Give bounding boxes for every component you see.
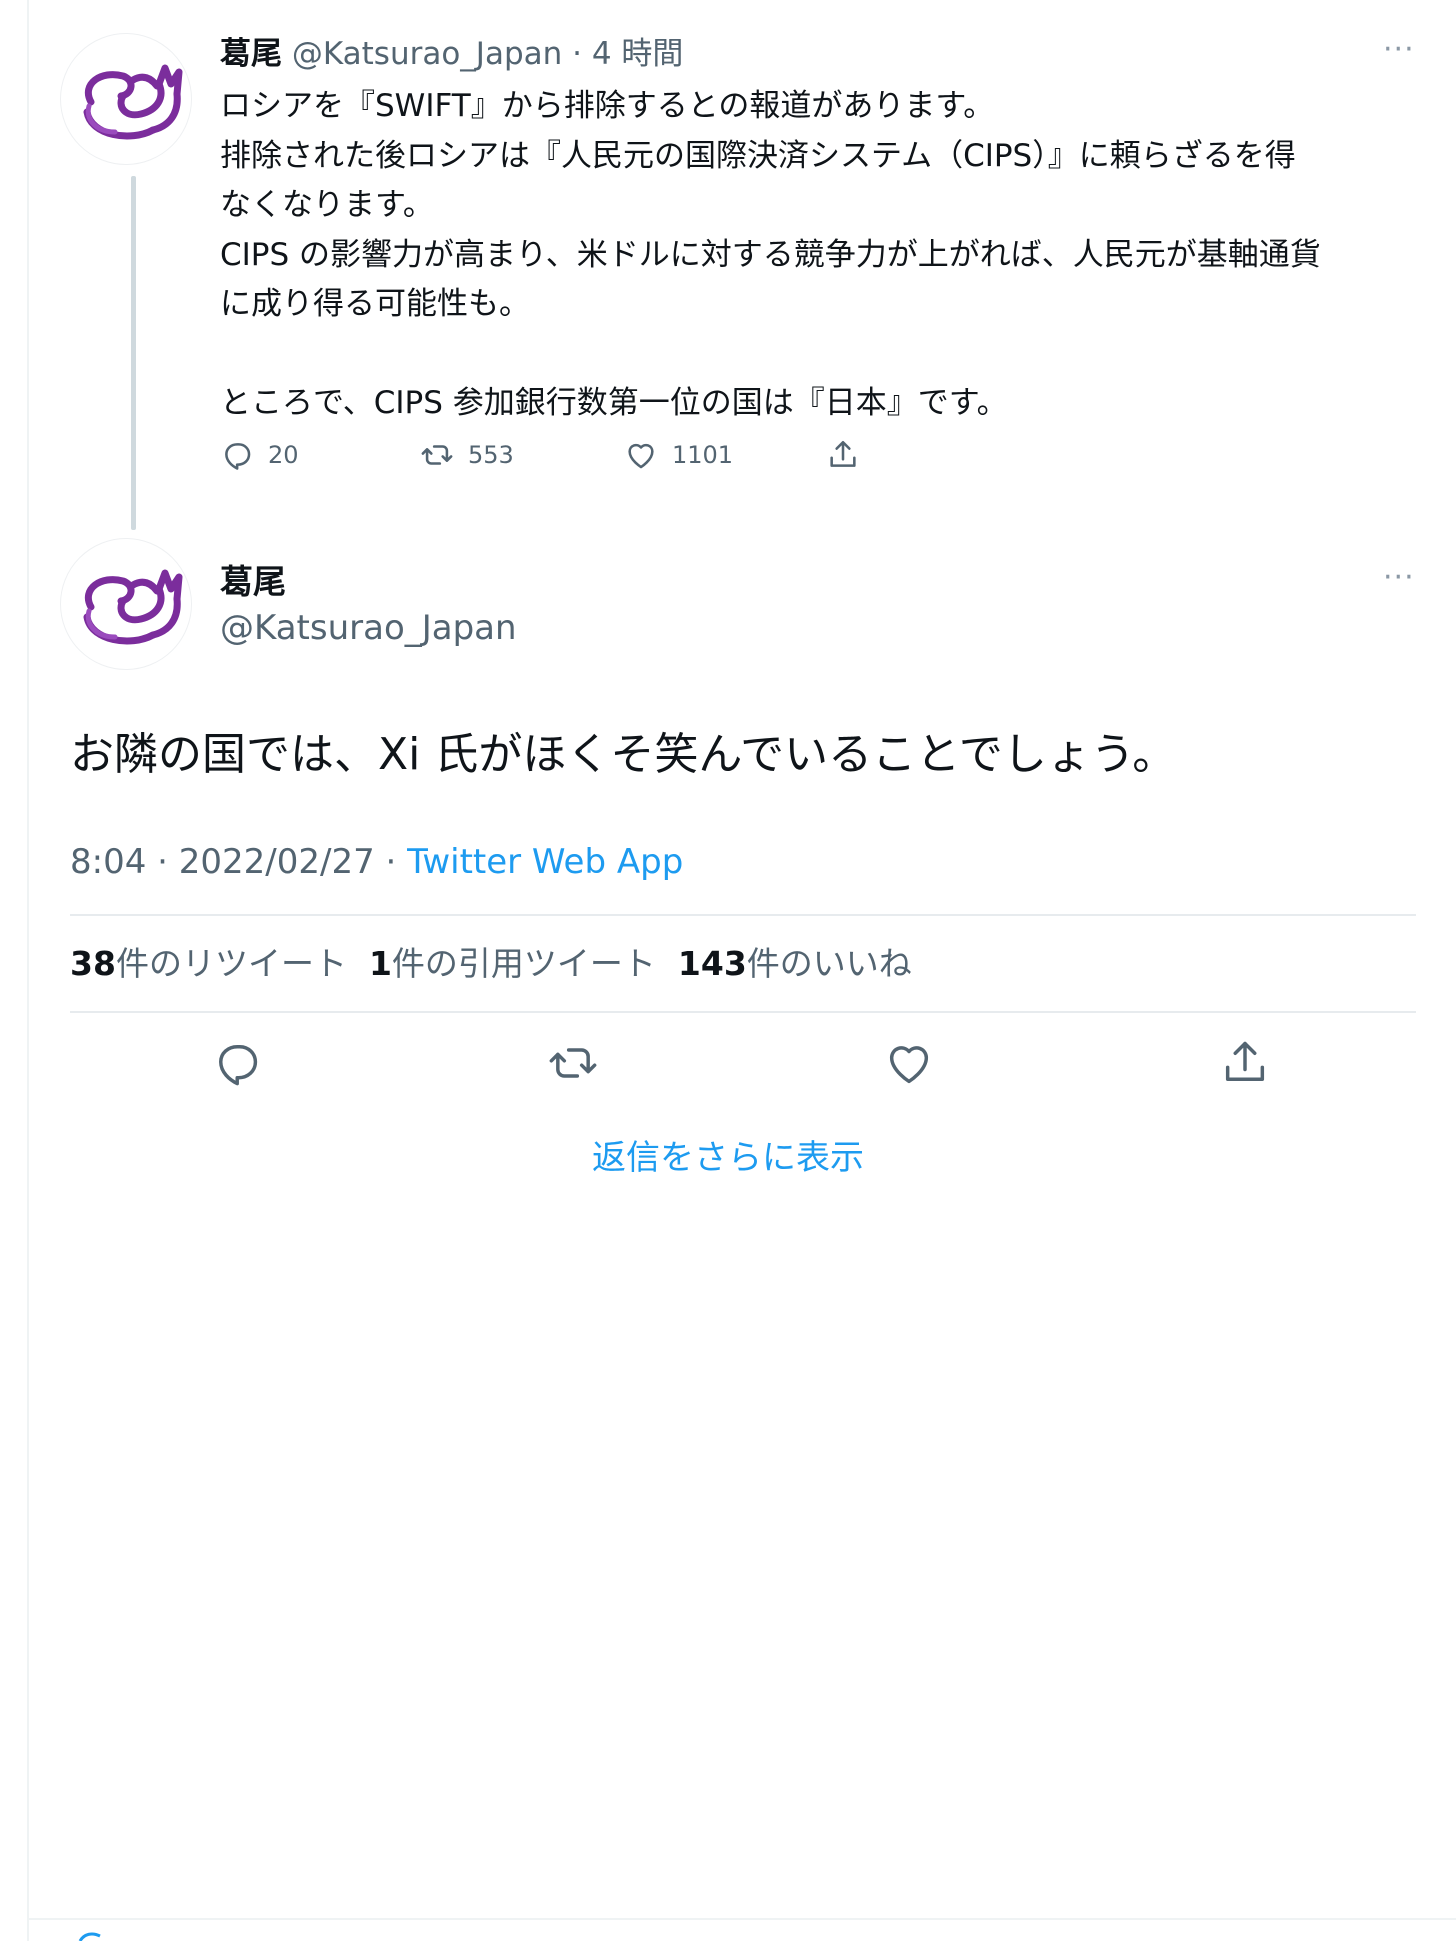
reply-icon — [225, 443, 251, 470]
reply-button[interactable] — [211, 1037, 263, 1089]
display-name[interactable]: 葛尾 — [220, 36, 282, 72]
retweet-icon — [421, 445, 453, 465]
thread-connector-line — [131, 176, 136, 530]
timeline-border — [27, 0, 29, 1941]
handle[interactable]: @Katsurao_Japan — [292, 36, 562, 72]
retweet-icon — [549, 1048, 597, 1078]
reply-icon — [219, 1045, 258, 1086]
retweet-count: 553 — [468, 441, 514, 469]
retweet-button[interactable]: 553 — [420, 438, 514, 472]
separator: · — [572, 36, 582, 72]
tweet-stats: 38件のリツイート 1件の引用ツイート 143件のいいね — [70, 942, 912, 986]
quotes-stat[interactable]: 1件の引用ツイート — [369, 944, 656, 983]
fox-logo-icon — [83, 64, 183, 140]
quotes-count: 1 — [368, 944, 392, 983]
tweet-actions: 20 553 1101 — [220, 438, 920, 478]
tweet-text-line: ロシアを『SWIFT』から排除するとの報道があります。 — [220, 88, 995, 124]
more-icon[interactable]: ··· — [1383, 32, 1415, 67]
reply-button[interactable]: 20 — [220, 438, 299, 472]
share-icon — [830, 440, 856, 467]
retweets-count: 38 — [70, 944, 116, 983]
like-button[interactable]: 1101 — [624, 438, 733, 472]
tweet-header: 葛尾 @Katsurao_Japan · 4 時間 — [220, 34, 683, 74]
tweet-text: ロシアを『SWIFT』から排除するとの報道があります。 排除された後ロシアは『人… — [220, 82, 1420, 429]
tweet-text: お隣の国では、Xi 氏がほくそ笑んでいることでしょう。 — [70, 729, 1177, 780]
tweet-text-line: CIPS の影響力が高まり、米ドルに対する競争力が上がれば、人民元が基軸通貨 — [220, 236, 1321, 273]
reply-count: 20 — [268, 441, 299, 469]
retweets-label: 件のリツイート — [115, 944, 347, 983]
tweet-source-link[interactable]: Twitter Web App — [407, 842, 683, 882]
tweet-text-line — [220, 330, 1420, 380]
like-button[interactable] — [883, 1037, 935, 1089]
share-button[interactable] — [1219, 1037, 1271, 1089]
tweet-text-line: なくなります。 — [220, 187, 434, 223]
retweets-stat[interactable]: 38件のリツイート — [70, 944, 347, 983]
show-more-replies-link[interactable]: 返信をさらに表示 — [0, 1136, 1456, 1180]
share-button[interactable] — [826, 438, 860, 472]
tweet-time[interactable]: 8:04 · 2022/02/27 · — [70, 842, 407, 882]
tweet-text-line: ところで、CIPS 参加銀行数第一位の国は『日本』です。 — [220, 385, 1008, 421]
like-icon — [628, 443, 654, 469]
like-icon — [889, 1046, 929, 1084]
likes-count: 143 — [677, 944, 747, 983]
tweet-time[interactable]: 4 時間 — [592, 36, 684, 72]
fox-logo-icon — [83, 569, 183, 645]
likes-label: 件のいいね — [746, 944, 912, 983]
divider — [70, 1011, 1416, 1013]
tweet-actions — [70, 1037, 1416, 1089]
avatar[interactable] — [60, 538, 192, 670]
divider — [70, 914, 1416, 916]
partial-avatar-icon — [78, 1932, 101, 1941]
like-count: 1101 — [672, 441, 734, 469]
tweet-text-line: に成り得る可能性も。 — [220, 286, 530, 322]
quotes-label: 件の引用ツイート — [391, 944, 656, 983]
avatar[interactable] — [60, 33, 192, 165]
more-icon[interactable]: ··· — [1383, 560, 1415, 595]
divider — [27, 1918, 1456, 1920]
tweet-text-line: 排除された後ロシアは『人民元の国際決済システム（CIPS）』に頼らざるを得 — [220, 137, 1296, 174]
retweet-button[interactable] — [547, 1037, 599, 1089]
tweet-timestamp: 8:04 · 2022/02/27 · Twitter Web App — [70, 840, 683, 884]
display-name[interactable]: 葛尾 — [220, 560, 286, 604]
handle[interactable]: @Katsurao_Japan — [220, 606, 517, 650]
likes-stat[interactable]: 143件のいいね — [678, 944, 912, 983]
share-icon — [1225, 1041, 1265, 1081]
